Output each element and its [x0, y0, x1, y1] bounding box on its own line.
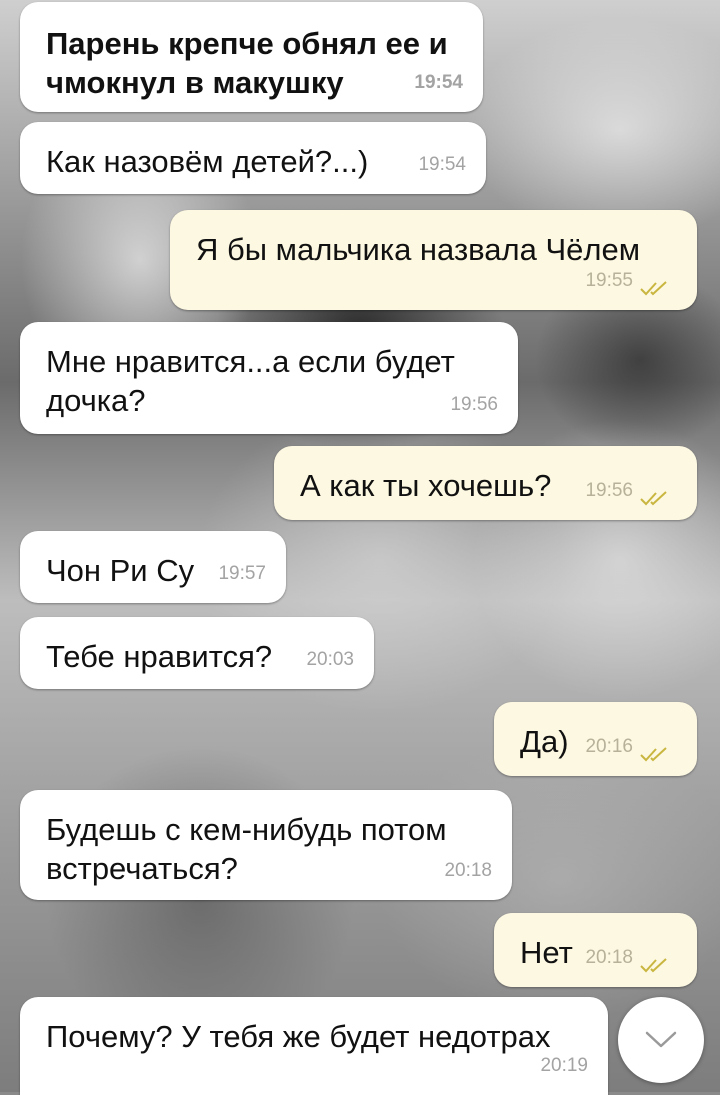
message-text: Парень крепче обнял ее и чмокнул в макуш…: [46, 26, 448, 100]
message-time: 20:19: [540, 1055, 588, 1076]
message-time: 19:54: [418, 154, 466, 175]
chevron-down-icon: [645, 1031, 677, 1048]
message-bubble-incoming[interactable]: Тебе нравится? 20:03: [20, 617, 374, 689]
message-time: 19:57: [218, 563, 266, 584]
message-list[interactable]: Парень крепче обнял ее и чмокнул в макуш…: [0, 0, 720, 1095]
message-bubble-outgoing[interactable]: Да) 20:16: [494, 702, 697, 776]
read-check-icon: [640, 747, 667, 762]
message-time: 20:18: [585, 947, 633, 968]
message-bubble-outgoing[interactable]: Я бы мальчика назвала Чёлем 19:55: [170, 210, 697, 310]
message-time: 19:56: [450, 394, 498, 415]
message-text: Чон Ри Су: [46, 553, 195, 588]
message-text: Как назовём детей?...): [46, 144, 369, 179]
read-check-icon: [640, 491, 667, 506]
message-bubble-incoming[interactable]: Как назовём детей?...) 19:54: [20, 122, 486, 194]
message-time: 19:54: [414, 72, 463, 93]
read-check-icon: [640, 281, 667, 296]
message-text: Тебе нравится?: [46, 639, 273, 674]
scroll-to-bottom-button[interactable]: [618, 997, 704, 1083]
message-bubble-outgoing[interactable]: Нет 20:18: [494, 913, 697, 987]
message-bubble-outgoing[interactable]: А как ты хочешь? 19:56: [274, 446, 697, 520]
message-bubble-incoming[interactable]: Мне нравится...а если будет дочка? 19:56: [20, 322, 518, 434]
message-text: Почему? У тебя же будет недотрах: [46, 1019, 551, 1054]
message-bubble-incoming[interactable]: Чон Ри Су 19:57: [20, 531, 286, 603]
message-time: 19:56: [585, 480, 633, 501]
message-bubble-incoming[interactable]: Почему? У тебя же будет недотрах 20:19: [20, 997, 608, 1095]
message-time: 19:55: [585, 270, 633, 291]
message-text: Будешь с кем-нибудь потом встречаться?: [46, 812, 447, 886]
message-bubble-incoming[interactable]: Будешь с кем-нибудь потом встречаться? 2…: [20, 790, 512, 900]
message-time: 20:18: [444, 860, 492, 881]
message-text: А как ты хочешь?: [300, 468, 552, 503]
message-time: 20:16: [585, 736, 633, 757]
message-text: Да): [520, 724, 569, 759]
message-text: Нет: [520, 935, 573, 970]
message-bubble-incoming[interactable]: Парень крепче обнял ее и чмокнул в макуш…: [20, 2, 483, 112]
message-text: Мне нравится...а если будет дочка?: [46, 344, 455, 418]
read-check-icon: [640, 958, 667, 973]
message-text: Я бы мальчика назвала Чёлем: [196, 232, 641, 267]
message-time: 20:03: [306, 649, 354, 670]
